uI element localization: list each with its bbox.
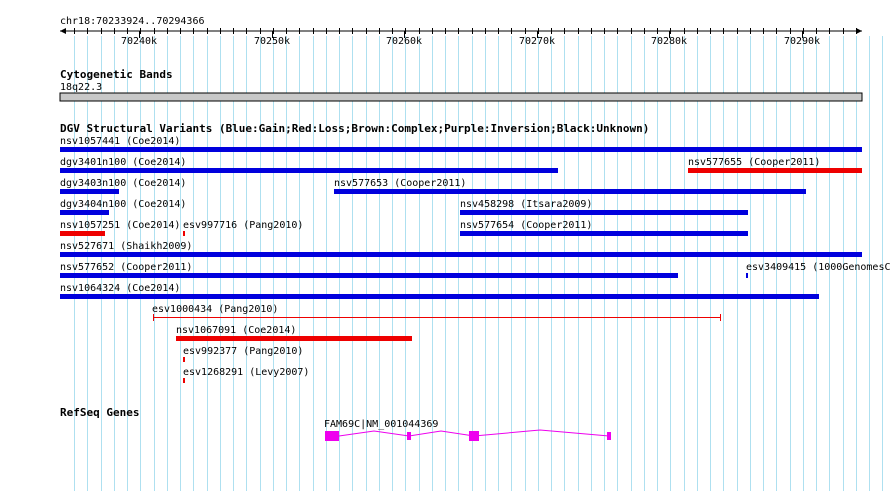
dgv-features: nsv1057441 (Coe2014) dgv3401n100 (Coe2014… [60,136,890,383]
variant-bar[interactable] [176,336,412,341]
cytoband-label: 18q22.3 [60,82,102,93]
variant-bar[interactable] [60,252,862,257]
variant-feature[interactable]: nsv577652 (Cooper2011) [60,262,678,278]
variant-label: esv1268291 (Levy2007) [183,367,309,378]
gene-feature[interactable]: FAM69C|NM_001044369 [324,419,611,441]
ruler-left-arrow-icon[interactable] [60,28,66,34]
dgv-track-title: DGV Structural Variants (Blue:Gain;Red:L… [60,122,649,135]
variant-feature[interactable]: esv3409415 (1000GenomesC [746,262,890,278]
variant-bar[interactable] [183,357,185,362]
variant-label: esv992377 (Pang2010) [183,346,303,357]
variant-bar[interactable] [60,294,819,299]
variant-label: esv1000434 (Pang2010) [152,304,278,315]
variant-feature[interactable]: dgv3401n100 (Coe2014) [60,157,558,173]
ruler-tick-label: 70240k [121,36,157,47]
variant-feature[interactable]: nsv1064324 (Coe2014) [60,283,819,299]
variant-bar[interactable] [60,273,678,278]
gene-label: FAM69C|NM_001044369 [324,419,438,430]
variant-bar[interactable] [183,231,185,236]
variant-feature[interactable]: nsv577653 (Cooper2011) [334,178,806,194]
variant-label: nsv1057251 (Coe2014) [60,220,180,231]
variant-feature[interactable]: esv997716 (Pang2010) [183,220,303,236]
variant-bar[interactable] [60,189,119,194]
variant-label: dgv3404n100 (Coe2014) [60,199,186,210]
variant-feature[interactable]: esv1000434 (Pang2010) [152,304,721,321]
variant-feature[interactable]: nsv1067091 (Coe2014) [176,325,412,341]
refseq-track: RefSeq Genes FAM69C|NM_001044369 [60,406,611,441]
variant-label: esv997716 (Pang2010) [183,220,303,231]
variant-label: nsv577655 (Cooper2011) [688,157,820,168]
variant-feature[interactable]: nsv527671 (Shaikh2009) [60,241,862,257]
variant-feature[interactable]: nsv1057251 (Coe2014) [60,220,180,236]
gene-exon[interactable] [469,431,479,441]
variant-bar[interactable] [60,168,558,173]
variant-label: dgv3403n100 (Coe2014) [60,178,186,189]
dgv-track: DGV Structural Variants (Blue:Gain;Red:L… [60,122,890,383]
variant-label: nsv1057441 (Coe2014) [60,136,180,147]
gene-exon[interactable] [607,432,611,440]
variant-feature[interactable]: nsv577655 (Cooper2011) [688,157,862,173]
variant-label: nsv577653 (Cooper2011) [334,178,466,189]
cytoband-ideogram[interactable] [59,92,863,102]
ruler-tick-label: 70280k [651,36,687,47]
variant-bar[interactable] [60,231,105,236]
variant-label: nsv1067091 (Coe2014) [176,325,296,336]
variant-label: nsv577654 (Cooper2011) [460,220,592,231]
ruler-tick-label: 70250k [254,36,290,47]
variant-bar[interactable] [688,168,862,173]
variant-bar[interactable] [746,273,748,278]
variant-label: esv3409415 (1000GenomesC [746,262,890,273]
variant-feature[interactable]: esv992377 (Pang2010) [183,346,303,362]
variant-bar[interactable] [334,189,806,194]
ruler-tick-label: 70290k [784,36,820,47]
variant-label: nsv527671 (Shaikh2009) [60,241,192,252]
variant-label: dgv3401n100 (Coe2014) [60,157,186,168]
ruler-tick-label: 70260k [386,36,422,47]
cytoband-track-title: Cytogenetic Bands [60,68,173,81]
ruler-tick-label: 70270k [519,36,555,47]
gene-exon[interactable] [325,431,339,441]
variant-label: nsv1064324 (Coe2014) [60,283,180,294]
variant-bar[interactable] [60,147,862,152]
variant-bar[interactable] [460,210,748,215]
variant-bar[interactable] [183,378,185,383]
variant-bar[interactable] [60,210,109,215]
refseq-track-title: RefSeq Genes [60,406,139,419]
variant-bar[interactable] [460,231,748,236]
ruler-major-ticks: 70240k 70250k 70260k 70270k 70280k 70290k [121,31,820,47]
location-label: chr18:70233924..70294366 [60,16,205,27]
gene-exon[interactable] [407,432,411,440]
variant-feature[interactable]: nsv1057441 (Coe2014) [60,136,862,152]
variant-label: nsv577652 (Cooper2011) [60,262,192,273]
variant-label: nsv458298 (Itsara2009) [460,199,592,210]
genome-browser-view: chr18:70233924..70294366 70240k 70250k 702… [59,16,890,491]
